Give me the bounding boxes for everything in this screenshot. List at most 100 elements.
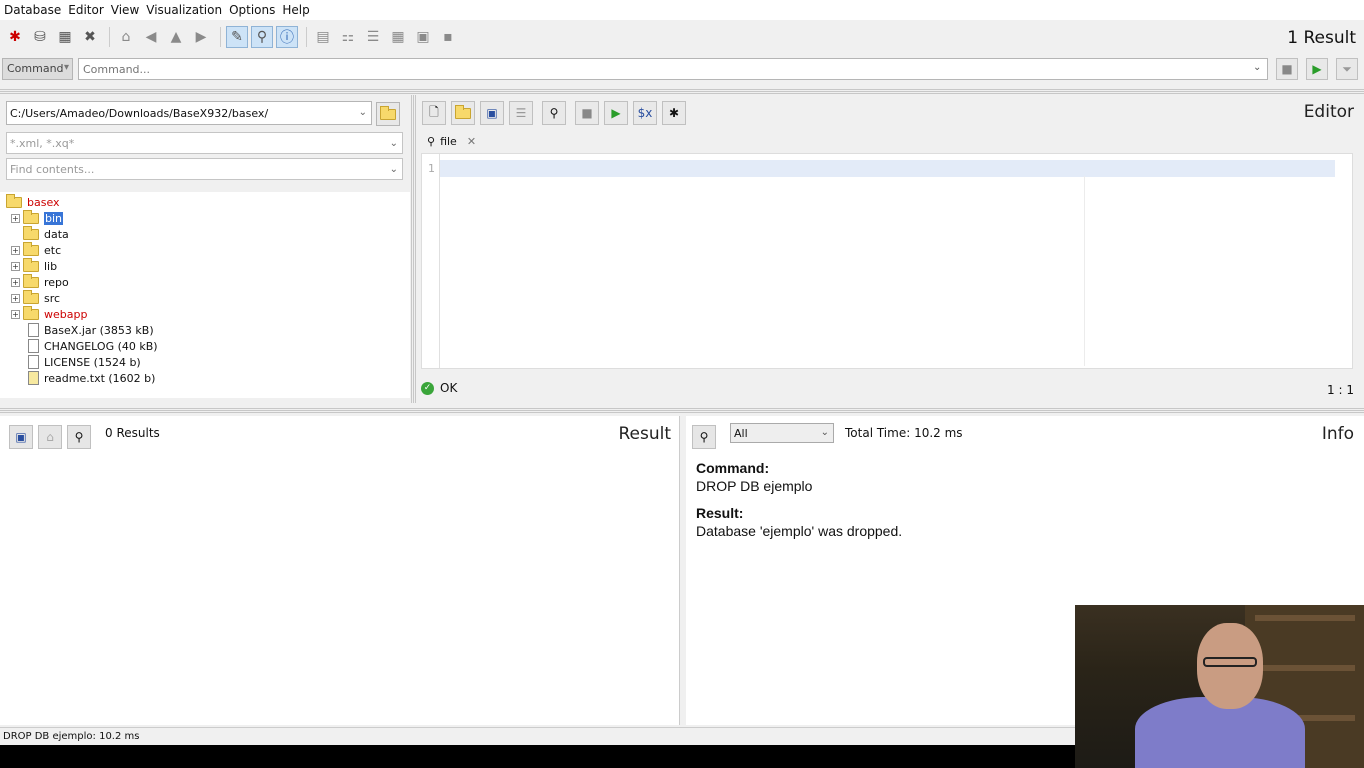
tree-view-icon[interactable]: ☰ xyxy=(362,26,384,48)
menu-options[interactable]: Options xyxy=(229,3,275,17)
save-icon[interactable]: ▣ xyxy=(480,101,504,125)
home-icon[interactable]: ⌂ xyxy=(38,425,62,449)
stop-icon[interactable]: ■ xyxy=(575,101,599,125)
tree-item-label: CHANGELOG (40 kB) xyxy=(44,339,158,353)
tree-item[interactable]: + repo xyxy=(11,273,69,290)
tree-item[interactable]: + src xyxy=(11,289,60,306)
tree-item[interactable]: data xyxy=(23,225,69,242)
up-icon[interactable]: ▲ xyxy=(165,26,187,48)
filter-icon[interactable]: ⏷ xyxy=(1336,58,1358,80)
expand-icon[interactable]: + xyxy=(11,277,20,287)
splitter[interactable] xyxy=(410,95,416,403)
tree-item[interactable]: + lib xyxy=(11,257,57,274)
close-icon[interactable]: ✕ xyxy=(467,135,476,148)
tree-item[interactable]: + etc xyxy=(11,241,62,258)
tree-item-label: etc xyxy=(44,243,62,257)
home-icon[interactable]: ⌂ xyxy=(115,26,137,48)
print-margin xyxy=(1084,176,1085,366)
close-database-icon[interactable]: ✖ xyxy=(79,26,101,48)
tree-item-label: basex xyxy=(27,195,60,209)
project-path-input[interactable]: C:/Users/Amadeo/Downloads/BaseX932/basex… xyxy=(6,101,372,125)
info-title: Info xyxy=(1321,424,1354,444)
info-toggle-icon[interactable]: ⓘ xyxy=(276,25,298,48)
main-toolbar: ✱ ⛁ ▦ ✖ ⌂ ◀ ▲ ▶ ✎ ⚲ ⓘ ▤ ⚏ ☰ ▦ ▣ ▪ xyxy=(0,20,1364,53)
tree-item[interactable]: LICENSE (1524 b) xyxy=(28,354,141,370)
result-count-label: 0 Results xyxy=(105,426,160,440)
total-time: Total Time: 10.2 ms xyxy=(845,426,963,440)
properties-icon[interactable]: ▦ xyxy=(54,26,76,48)
tree-item[interactable]: readme.txt (1602 b) xyxy=(28,370,155,386)
tree-item[interactable]: + bin xyxy=(11,209,64,226)
new-file-icon[interactable]: 🗋 xyxy=(422,101,446,125)
history-icon[interactable]: ☰ xyxy=(509,101,533,125)
editor-status-text: OK xyxy=(440,381,458,395)
folder-icon xyxy=(380,105,396,120)
tree-item[interactable]: + webapp xyxy=(11,305,87,322)
editor-title: Editor xyxy=(1303,102,1354,122)
folder-icon xyxy=(23,257,39,272)
menu-help[interactable]: Help xyxy=(282,3,309,17)
info-filter-select[interactable]: All ⌄ xyxy=(730,423,834,443)
menu-view[interactable]: View xyxy=(111,3,139,17)
forward-icon[interactable]: ▶ xyxy=(190,26,212,48)
result-pane: ▣ ⌂ ⚲ 0 Results Result xyxy=(0,416,680,725)
folder-icon xyxy=(23,289,39,304)
editor-toggle-icon[interactable]: ✎ xyxy=(226,25,248,48)
command-mode-select[interactable]: Command ▾ xyxy=(2,58,73,80)
tree-item-label: LICENSE (1524 b) xyxy=(44,355,141,369)
file-filter-input[interactable]: *.xml, *.xq* ⌄ xyxy=(6,132,403,154)
expand-icon[interactable]: + xyxy=(11,245,20,255)
text-view-icon[interactable]: ▤ xyxy=(312,26,334,48)
tree-item-label: bin xyxy=(44,211,64,225)
chevron-down-icon[interactable]: ⌄ xyxy=(1253,62,1261,73)
command-input[interactable] xyxy=(78,58,1268,80)
new-database-icon[interactable]: ✱ xyxy=(4,26,26,48)
search-icon[interactable]: ⚲ xyxy=(67,425,91,449)
open-file-icon[interactable] xyxy=(451,101,475,125)
separator xyxy=(220,26,221,47)
info-result-label: Result: xyxy=(696,505,744,521)
info-filter-value: All xyxy=(734,427,748,440)
plot-view-icon[interactable]: ▪ xyxy=(437,26,459,48)
map-view-icon[interactable]: ⚏ xyxy=(337,26,359,48)
debug-icon[interactable]: ✱ xyxy=(662,101,686,125)
expand-icon[interactable]: + xyxy=(11,293,20,303)
file-icon xyxy=(28,355,39,369)
find-contents-input[interactable]: Find contents... ⌄ xyxy=(6,158,403,180)
save-icon[interactable]: ▣ xyxy=(9,425,33,449)
file-icon xyxy=(28,339,39,353)
tree-item-label: BaseX.jar (3853 kB) xyxy=(44,323,154,337)
tree-item[interactable]: CHANGELOG (40 kB) xyxy=(28,338,158,354)
expand-icon[interactable]: + xyxy=(11,213,20,223)
search-icon[interactable]: ⚲ xyxy=(692,425,716,449)
expand-icon[interactable]: + xyxy=(11,309,20,319)
back-icon[interactable]: ◀ xyxy=(140,26,162,48)
stop-icon[interactable]: ■ xyxy=(1276,58,1298,80)
open-database-icon[interactable]: ⛁ xyxy=(29,26,51,48)
text-file-icon xyxy=(28,371,39,385)
menu-visualization[interactable]: Visualization xyxy=(146,3,222,17)
splitter[interactable] xyxy=(0,407,1364,413)
tree-item-label: data xyxy=(44,227,69,241)
run-icon[interactable]: ▶ xyxy=(1306,58,1328,80)
open-folder-icon[interactable] xyxy=(376,102,400,126)
tree-item-label: repo xyxy=(44,275,69,289)
splitter[interactable] xyxy=(0,88,1364,94)
menu-database[interactable]: Database xyxy=(4,3,61,17)
current-line-highlight xyxy=(440,160,1335,177)
project-toggle-icon[interactable]: ⚲ xyxy=(251,25,273,48)
table-view-icon[interactable]: ▦ xyxy=(387,26,409,48)
tree-item[interactable]: basex xyxy=(6,193,60,210)
run-icon[interactable]: ▶ xyxy=(604,101,628,125)
folder-icon xyxy=(23,225,39,240)
tab-file[interactable]: ⚲ file ✕ xyxy=(427,131,476,151)
expand-icon[interactable]: + xyxy=(11,261,20,271)
separator xyxy=(109,26,110,47)
menu-editor[interactable]: Editor xyxy=(68,3,104,17)
variables-button[interactable]: $x xyxy=(633,101,657,125)
status-text: DROP DB ejemplo: 10.2 ms xyxy=(3,731,140,742)
search-icon[interactable]: ⚲ xyxy=(542,101,566,125)
tree-item[interactable]: BaseX.jar (3853 kB) xyxy=(28,322,154,338)
code-editor[interactable]: 1 xyxy=(421,153,1353,369)
explorer-view-icon[interactable]: ▣ xyxy=(412,26,434,48)
